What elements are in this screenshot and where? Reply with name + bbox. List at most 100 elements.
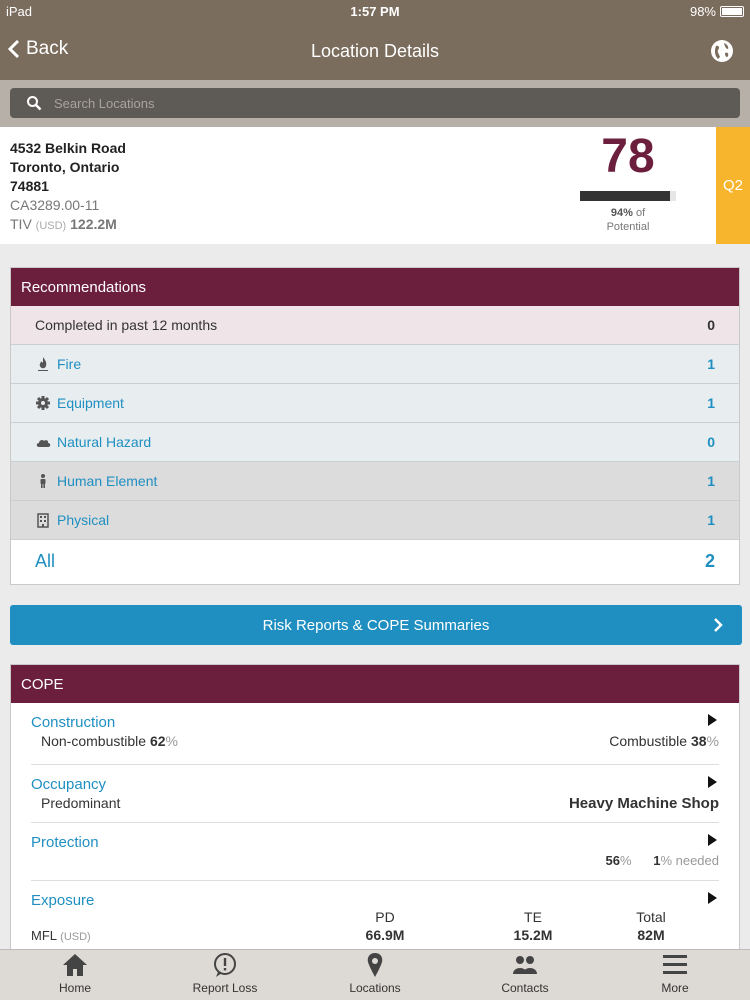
rec-value-all: 2	[704, 551, 715, 571]
building-icon	[37, 513, 49, 528]
search-input[interactable]: Search Locations	[10, 88, 740, 118]
cope-construction[interactable]: Construction Non-combustible 62% Combust…	[31, 703, 719, 765]
battery-icon	[720, 6, 744, 17]
rec-label-natural-hazard: Natural Hazard	[57, 434, 152, 450]
tab-report-loss-label: Report Loss	[192, 981, 258, 995]
contacts-icon	[513, 956, 537, 974]
cloud-icon	[36, 439, 51, 447]
battery-status: 98%	[690, 4, 744, 19]
potential-text: 94% of Potential	[578, 206, 678, 234]
occupancy-label: Occupancy	[31, 776, 107, 793]
rec-value-natural-hazard: 0	[707, 434, 715, 450]
search-placeholder: Search Locations	[54, 96, 155, 111]
rec-row-fire[interactable]: Fire 1	[11, 345, 739, 384]
rec-row-natural-hazard[interactable]: Natural Hazard 0	[11, 423, 739, 462]
globe-icon[interactable]	[710, 39, 734, 63]
cope-card: COPE Construction Non-combustible 62% Co…	[10, 664, 740, 964]
rec-row-physical[interactable]: Physical 1	[11, 501, 739, 540]
exposure-col-te: TE	[524, 909, 542, 925]
risk-score: 78 94% of Potential	[578, 129, 678, 234]
address-street: 4532 Belkin Road	[10, 140, 126, 156]
completed-value: 0	[707, 317, 715, 333]
risk-reports-button[interactable]: Risk Reports & COPE Summaries	[10, 605, 742, 645]
completed-row: Completed in past 12 months 0	[11, 306, 739, 345]
rec-row-equipment[interactable]: Equipment 1	[11, 384, 739, 423]
noncombustible-label: Non-combustible	[41, 733, 147, 749]
mfl-te-value: 15.2M	[513, 927, 553, 943]
cope-exposure[interactable]: Exposure PD TE Total MFL (USD) 66.9M 15.…	[31, 881, 719, 951]
quarter-badge: Q2	[716, 127, 750, 244]
tab-locations-label: Locations	[349, 981, 401, 995]
cope-protection[interactable]: Protection 56% 1% needed	[31, 823, 719, 881]
risk-reports-label: Risk Reports & COPE Summaries	[262, 616, 490, 634]
address-postal: 74881	[10, 178, 49, 194]
alert-icon	[214, 953, 236, 977]
rec-row-all[interactable]: All 2	[11, 540, 739, 583]
rec-label-all: All	[35, 551, 56, 571]
rec-label-physical: Physical	[57, 512, 110, 528]
potential-progress-bar	[580, 191, 676, 201]
noncombustible-value: 62	[149, 733, 166, 749]
potential-percent: 94%	[610, 207, 633, 219]
location-code: CA3289.00-11	[10, 197, 100, 213]
person-icon	[40, 474, 46, 488]
rec-label-fire: Fire	[57, 356, 82, 372]
page-title: Location Details	[310, 41, 440, 61]
tab-contacts[interactable]: Contacts	[450, 950, 600, 1000]
completed-label: Completed in past 12 months	[35, 317, 218, 333]
recommendations-card: Recommendations Completed in past 12 mon…	[10, 267, 740, 585]
noncombustible-unit: %	[165, 733, 178, 749]
potential-label: Potential	[606, 221, 650, 233]
protection-value: 56	[605, 853, 620, 868]
tiv-label: TIV	[10, 216, 32, 232]
search-bar-container: Search Locations	[0, 80, 750, 127]
rec-value-equipment: 1	[707, 395, 715, 411]
gear-icon	[36, 396, 50, 410]
rec-label-equipment: Equipment	[57, 395, 124, 411]
rec-row-human-element[interactable]: Human Element 1	[11, 462, 739, 501]
exposure-label: Exposure	[31, 892, 95, 909]
exposure-col-total: Total	[636, 909, 666, 925]
disclosure-triangle-icon	[708, 714, 717, 726]
score-value: 78	[601, 130, 655, 183]
combustible-label: Combustible	[609, 733, 688, 749]
tiv-line: TIV (USD) 122.2M	[10, 215, 126, 236]
mfl-label: MFL	[31, 928, 57, 943]
protection-label: Protection	[31, 834, 99, 851]
tab-more[interactable]: More	[600, 950, 750, 1000]
recommendations-header: Recommendations	[11, 268, 739, 306]
tab-home-label: Home	[58, 981, 91, 995]
combustible-value: 38	[690, 733, 707, 749]
map-pin-icon	[367, 953, 383, 977]
mfl-currency: (USD)	[60, 931, 91, 943]
protection-needed-unit: % needed	[660, 853, 719, 868]
status-bar: iPad 1:57 PM 98%	[0, 0, 750, 22]
tab-locations[interactable]: Locations	[300, 950, 450, 1000]
tiv-currency: (USD)	[35, 220, 67, 232]
potential-of: of	[635, 207, 646, 219]
clock: 1:57 PM	[350, 4, 400, 19]
tab-home[interactable]: Home	[0, 950, 150, 1000]
tiv-value: 122.2M	[70, 216, 117, 232]
combustible-unit: %	[706, 733, 719, 749]
search-icon	[27, 96, 42, 111]
potential-progress-fill	[580, 191, 671, 201]
disclosure-triangle-icon	[708, 892, 717, 904]
disclosure-triangle-icon	[708, 834, 717, 846]
fire-icon	[38, 357, 48, 371]
protection-unit: %	[619, 853, 632, 868]
mfl-pd-value: 66.9M	[365, 927, 405, 943]
occupancy-value: Heavy Machine Shop	[568, 795, 719, 812]
home-icon	[63, 954, 87, 976]
rec-label-human-element: Human Element	[57, 473, 158, 489]
tab-bar: Home Report Loss Locations Contacts More	[0, 949, 750, 1000]
nav-bar: Back Location Details	[0, 22, 750, 80]
address-city: Toronto, Ontario	[10, 159, 120, 175]
disclosure-triangle-icon	[708, 776, 717, 788]
tab-report-loss[interactable]: Report Loss	[150, 950, 300, 1000]
rec-value-human-element: 1	[707, 473, 715, 489]
predominant-label: Predominant	[41, 795, 121, 811]
tab-contacts-label: Contacts	[501, 981, 549, 995]
cope-occupancy[interactable]: Occupancy Predominant Heavy Machine Shop	[31, 765, 719, 823]
construction-label: Construction	[31, 714, 116, 731]
